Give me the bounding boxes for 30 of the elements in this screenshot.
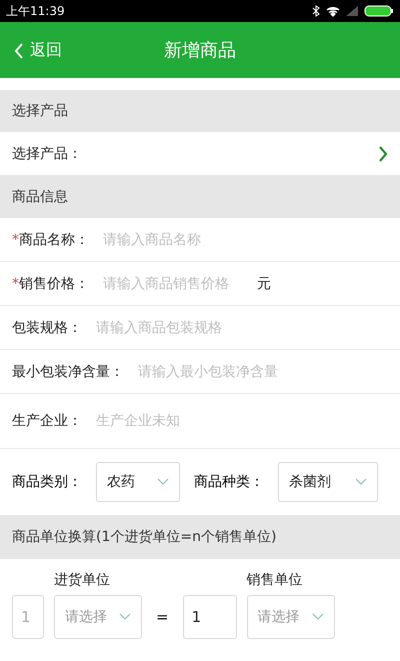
caret-icon: [355, 478, 367, 486]
field-label: *销售价格：: [12, 274, 89, 292]
chevron-right-icon: [378, 146, 388, 162]
wifi-icon: [326, 6, 340, 16]
page-title: 新增商品: [164, 39, 236, 62]
dropdown[interactable]: 杀菌剂: [278, 462, 378, 502]
unit-label: 元: [257, 274, 271, 292]
quantity-field[interactable]: 1: [182, 595, 237, 639]
caret-icon: [119, 613, 131, 621]
field-label: 选择产品：: [12, 144, 82, 162]
field-label: 商品类别：: [12, 473, 82, 491]
equals-sign: =: [155, 607, 170, 628]
signal-icon: [346, 6, 358, 16]
field-label: 生产企业：: [12, 412, 82, 430]
bluetooth-icon: [312, 5, 320, 17]
section-header: 商品信息: [0, 176, 400, 218]
field-label: 最小包装净含量：: [12, 362, 124, 380]
section-header: 选择产品: [0, 90, 400, 132]
caret-icon: [157, 478, 169, 486]
chevron-left-icon: [14, 42, 24, 58]
battery-icon: [364, 5, 394, 17]
dropdown[interactable]: 农药: [96, 462, 180, 502]
section-header: 商品单位换算(1个进货单位=n个销售单位): [0, 515, 400, 559]
field-label: 商品种类：: [194, 473, 264, 491]
field-label: *商品名称：: [12, 230, 89, 248]
column-heading: 进货单位: [54, 571, 110, 589]
status-time: 上午11:39: [6, 2, 65, 20]
field-label: 包装规格：: [12, 318, 82, 336]
caret-icon: [312, 613, 324, 621]
column-heading: 销售单位: [246, 571, 303, 589]
